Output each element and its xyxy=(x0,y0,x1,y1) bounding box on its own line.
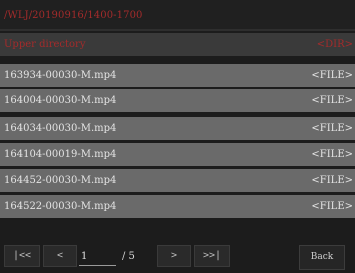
last-page-button[interactable]: >>| xyxy=(194,245,230,267)
list-item-upper-directory[interactable]: Upper directory <DIR> xyxy=(0,33,355,56)
list-item[interactable]: 164004-00030-M.mp4 <FILE> xyxy=(0,89,355,112)
current-path: /WLJ/20190916/1400-1700 xyxy=(4,10,143,21)
list-item[interactable]: 163934-00030-M.mp4 <FILE> xyxy=(0,64,355,87)
list-item-type: <FILE> xyxy=(311,175,353,186)
page-number-input[interactable] xyxy=(79,248,116,266)
back-button[interactable]: Back xyxy=(299,245,345,270)
next-page-button[interactable]: > xyxy=(157,245,191,267)
list-item-name: 164104-00019-M.mp4 xyxy=(4,149,117,160)
list-item[interactable]: 164034-00030-M.mp4 <FILE> xyxy=(0,117,355,140)
list-item-name: 164004-00030-M.mp4 xyxy=(4,95,117,106)
list-item-name: 163934-00030-M.mp4 xyxy=(4,70,117,81)
list-item-type: <FILE> xyxy=(311,149,353,160)
list-item-name: 164452-00030-M.mp4 xyxy=(4,175,117,186)
list-item-type: <FILE> xyxy=(311,123,353,134)
list-item[interactable]: 164452-00030-M.mp4 <FILE> xyxy=(0,169,355,192)
page-total: / 5 xyxy=(122,251,135,262)
list-item-type: <DIR> xyxy=(316,39,353,50)
list-item[interactable]: 164522-00030-M.mp4 <FILE> xyxy=(0,195,355,218)
list-item-type: <FILE> xyxy=(311,70,353,81)
list-item-name: 164034-00030-M.mp4 xyxy=(4,123,117,134)
path-bar: /WLJ/20190916/1400-1700 xyxy=(0,0,355,31)
list-item-type: <FILE> xyxy=(311,95,353,106)
prev-page-button[interactable]: < xyxy=(43,245,77,267)
list-item-name: Upper directory xyxy=(4,39,86,50)
list-item[interactable]: 164104-00019-M.mp4 <FILE> xyxy=(0,143,355,166)
list-item-type: <FILE> xyxy=(311,201,353,212)
first-page-button[interactable]: |<< xyxy=(4,245,40,267)
list-item-name: 164522-00030-M.mp4 xyxy=(4,201,117,212)
